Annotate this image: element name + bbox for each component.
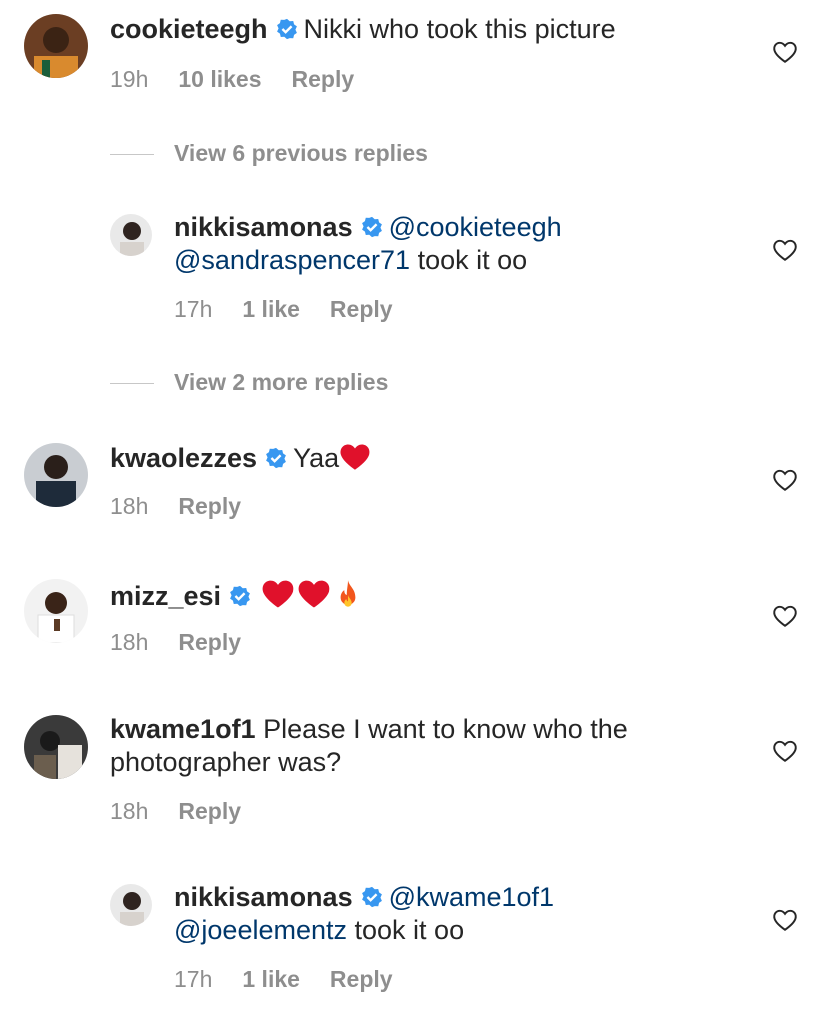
divider: [110, 154, 154, 156]
like-heart-icon[interactable]: [772, 467, 798, 493]
username[interactable]: cookieteegh: [110, 14, 268, 44]
user-avatar[interactable]: [24, 715, 88, 779]
divider: [110, 383, 154, 385]
view-more-replies-link[interactable]: View 2 more replies: [110, 369, 388, 396]
fire-icon: [340, 580, 356, 607]
username[interactable]: nikkisamonas: [174, 212, 353, 242]
comment-text-continued: photographer was?: [110, 747, 342, 777]
user-avatar[interactable]: [24, 443, 88, 507]
comment-time: 17h: [174, 966, 213, 992]
mention-link[interactable]: @cookieteegh: [389, 212, 562, 242]
user-avatar[interactable]: [24, 579, 88, 643]
likes-count[interactable]: 1 like: [242, 296, 300, 322]
comment-text: took it oo: [354, 915, 465, 945]
reply-button[interactable]: Reply: [330, 966, 393, 992]
comment-time: 19h: [110, 66, 149, 92]
like-heart-icon[interactable]: [772, 907, 798, 933]
comment-text: Nikki who took this picture: [303, 14, 616, 44]
reply-button[interactable]: Reply: [292, 66, 355, 92]
username[interactable]: kwaolezzes: [110, 443, 257, 473]
view-previous-replies-link[interactable]: View 6 previous replies: [110, 140, 428, 167]
comment-time: 18h: [110, 493, 149, 519]
verified-badge-icon: [276, 18, 297, 40]
mention-link[interactable]: @kwame1of1: [389, 882, 554, 912]
like-heart-icon[interactable]: [772, 39, 798, 65]
red-heart-icon: [340, 444, 370, 470]
reply-button[interactable]: Reply: [178, 798, 241, 824]
red-heart-icon: [298, 580, 330, 608]
user-avatar[interactable]: [24, 14, 88, 78]
red-heart-icon: [262, 580, 294, 608]
like-heart-icon[interactable]: [772, 237, 798, 263]
mention-link[interactable]: @joeelementz: [174, 915, 347, 945]
comment-text: took it oo: [417, 245, 528, 275]
reply-button[interactable]: Reply: [330, 296, 393, 322]
verified-badge-icon: [230, 585, 250, 607]
comment-time: 17h: [174, 296, 213, 322]
mention-link[interactable]: @sandraspencer71: [174, 245, 410, 275]
verified-badge-icon: [361, 886, 382, 908]
comment-time: 18h: [110, 629, 149, 655]
verified-badge-icon: [266, 447, 286, 469]
reply-button[interactable]: Reply: [178, 493, 241, 519]
username[interactable]: kwame1of1: [110, 714, 256, 744]
comment-time: 18h: [110, 798, 149, 824]
like-heart-icon[interactable]: [772, 738, 798, 764]
comment-text: Yaa: [293, 443, 340, 473]
verified-badge-icon: [361, 216, 382, 238]
like-heart-icon[interactable]: [772, 603, 798, 629]
user-avatar[interactable]: [110, 884, 152, 926]
username[interactable]: nikkisamonas: [174, 882, 353, 912]
likes-count[interactable]: 10 likes: [178, 66, 261, 92]
likes-count[interactable]: 1 like: [242, 966, 300, 992]
comment-text: Please I want to know who the: [263, 714, 628, 744]
reply-button[interactable]: Reply: [178, 629, 241, 655]
username[interactable]: mizz_esi: [110, 581, 221, 611]
user-avatar[interactable]: [110, 214, 152, 256]
